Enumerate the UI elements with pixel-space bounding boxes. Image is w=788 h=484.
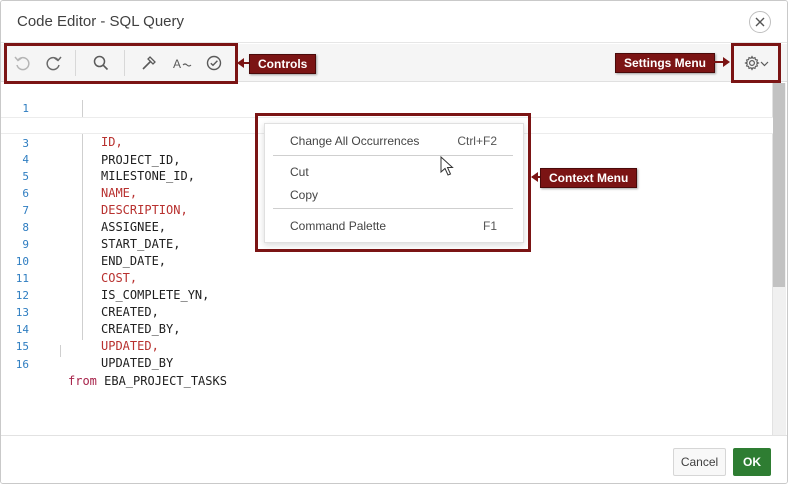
cancel-button[interactable]: Cancel	[673, 448, 726, 476]
line-number: 16	[15, 358, 29, 371]
arrow-head	[531, 172, 538, 182]
dialog-title: Code Editor - SQL Query	[17, 13, 185, 30]
context-menu-callout: Context Menu	[540, 168, 638, 188]
close-icon	[755, 17, 765, 27]
dialog-footer	[1, 435, 787, 483]
arrow-head	[237, 58, 244, 68]
settings-menu-highlight	[731, 43, 781, 83]
controls-highlight	[4, 43, 238, 84]
code-line: 11 IS_COMPLETE_YN,	[1, 253, 773, 302]
controls-callout: Controls	[249, 54, 317, 74]
close-button[interactable]	[749, 11, 771, 33]
arrow-head	[723, 57, 730, 67]
code-text: UPDATED_BY	[101, 356, 174, 370]
code-line: 13 CREATED_BY,	[1, 287, 773, 336]
settings-callout-arrow	[710, 61, 724, 63]
dialog-titlebar: Code Editor - SQL Query	[1, 1, 787, 43]
code-line: 14 UPDATED,	[1, 304, 773, 353]
scrollbar-thumb[interactable]	[773, 83, 785, 287]
code-line: 12 CREATED,	[1, 270, 773, 319]
context-menu-highlight	[255, 113, 531, 252]
code-text: from EBA_PROJECT_TASKS	[68, 374, 227, 388]
ok-button[interactable]: OK	[733, 448, 771, 476]
code-editor-dialog: Code Editor - SQL Query A 1 ID, 3 PROJEC…	[0, 0, 788, 484]
code-line: 1 select ROWID,	[1, 83, 773, 132]
code-line: 15 UPDATED_BY	[1, 321, 773, 370]
settings-menu-callout: Settings Menu	[615, 53, 716, 73]
code-line: 16 from EBA_PROJECT_TASKS	[1, 339, 773, 388]
